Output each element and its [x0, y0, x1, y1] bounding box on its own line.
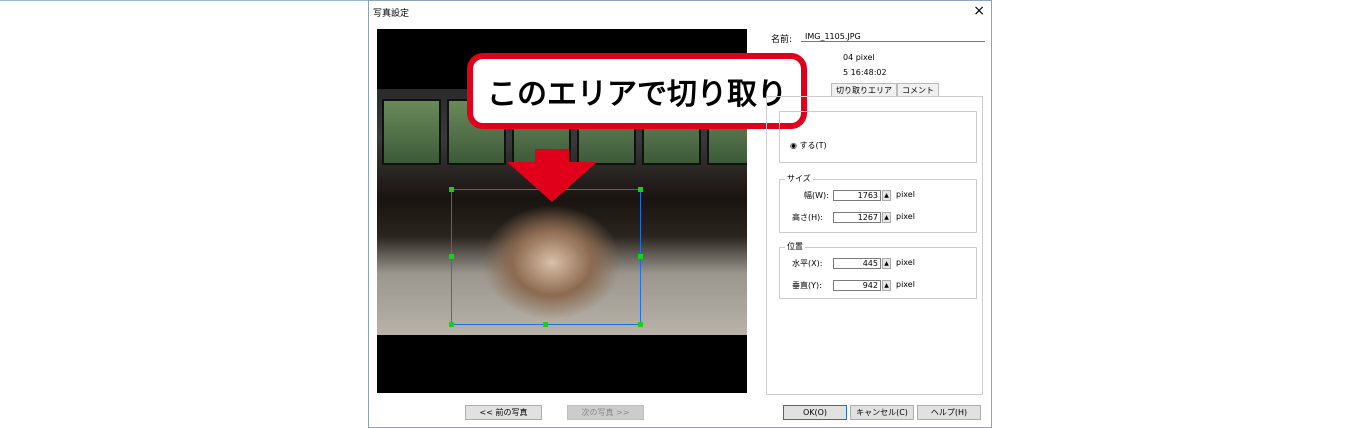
- crop-radio-label: する(T): [799, 141, 827, 150]
- ok-button[interactable]: OK(O): [783, 405, 847, 420]
- position-group-label: 位置: [785, 241, 805, 252]
- width-unit: pixel: [896, 190, 915, 199]
- y-spinner[interactable]: ▲: [882, 280, 891, 291]
- size-info: 04 pixel: [843, 53, 875, 62]
- tab-crop-area[interactable]: 切り取りエリア: [831, 83, 897, 97]
- dialog-title: 写真設定: [373, 9, 410, 19]
- next-photo-button[interactable]: 次の写真 >>: [567, 405, 644, 420]
- width-input[interactable]: 1763: [833, 190, 881, 201]
- arrow-down-icon: [507, 162, 597, 202]
- help-button[interactable]: ヘルプ(H): [917, 405, 981, 420]
- resize-handle[interactable]: [543, 322, 548, 327]
- y-label: 垂直(Y):: [792, 281, 822, 290]
- resize-handle[interactable]: [449, 322, 454, 327]
- resize-handle[interactable]: [638, 254, 643, 259]
- date-info: 5 16:48:02: [843, 68, 887, 77]
- name-label: 名前:: [771, 35, 793, 45]
- resize-handle[interactable]: [449, 187, 454, 192]
- crop-group: ◉ する(T): [779, 111, 977, 163]
- close-icon[interactable]: ×: [973, 3, 985, 19]
- width-spinner[interactable]: ▲: [882, 190, 891, 201]
- resize-handle[interactable]: [449, 254, 454, 259]
- tab-comment[interactable]: コメント: [897, 83, 939, 97]
- y-unit: pixel: [896, 280, 915, 289]
- crop-panel: ◉ する(T) サイズ 幅(W): 1763 ▲ pixel 高さ(H): 12…: [766, 96, 983, 395]
- position-group: 位置 水平(X): 445 ▲ pixel 垂直(Y): 942 ▲ pixel: [779, 241, 977, 299]
- size-group-label: サイズ: [785, 173, 813, 184]
- size-group: サイズ 幅(W): 1763 ▲ pixel 高さ(H): 1267 ▲ pix…: [779, 173, 977, 233]
- resize-handle[interactable]: [638, 187, 643, 192]
- height-input[interactable]: 1267: [833, 212, 881, 223]
- crop-area[interactable]: [449, 187, 643, 327]
- x-spinner[interactable]: ▲: [882, 258, 891, 269]
- x-unit: pixel: [896, 258, 915, 267]
- x-label: 水平(X):: [792, 259, 823, 268]
- width-label: 幅(W):: [804, 191, 829, 200]
- prev-photo-button[interactable]: << 前の写真: [465, 405, 542, 420]
- height-unit: pixel: [896, 212, 915, 221]
- cancel-button[interactable]: キャンセル(C): [850, 405, 914, 420]
- crop-radio[interactable]: ◉ する(T): [790, 140, 827, 151]
- photo-settings-dialog: 写真設定 × このエリアで切り取り 名前: IMG_1105.JPG 04 pi…: [368, 0, 992, 428]
- height-label: 高さ(H):: [792, 213, 823, 222]
- height-spinner[interactable]: ▲: [882, 212, 891, 223]
- callout-annotation: このエリアで切り取り: [467, 53, 807, 129]
- y-input[interactable]: 942: [833, 280, 881, 291]
- resize-handle[interactable]: [638, 322, 643, 327]
- x-input[interactable]: 445: [833, 258, 881, 269]
- name-field[interactable]: IMG_1105.JPG: [801, 32, 985, 42]
